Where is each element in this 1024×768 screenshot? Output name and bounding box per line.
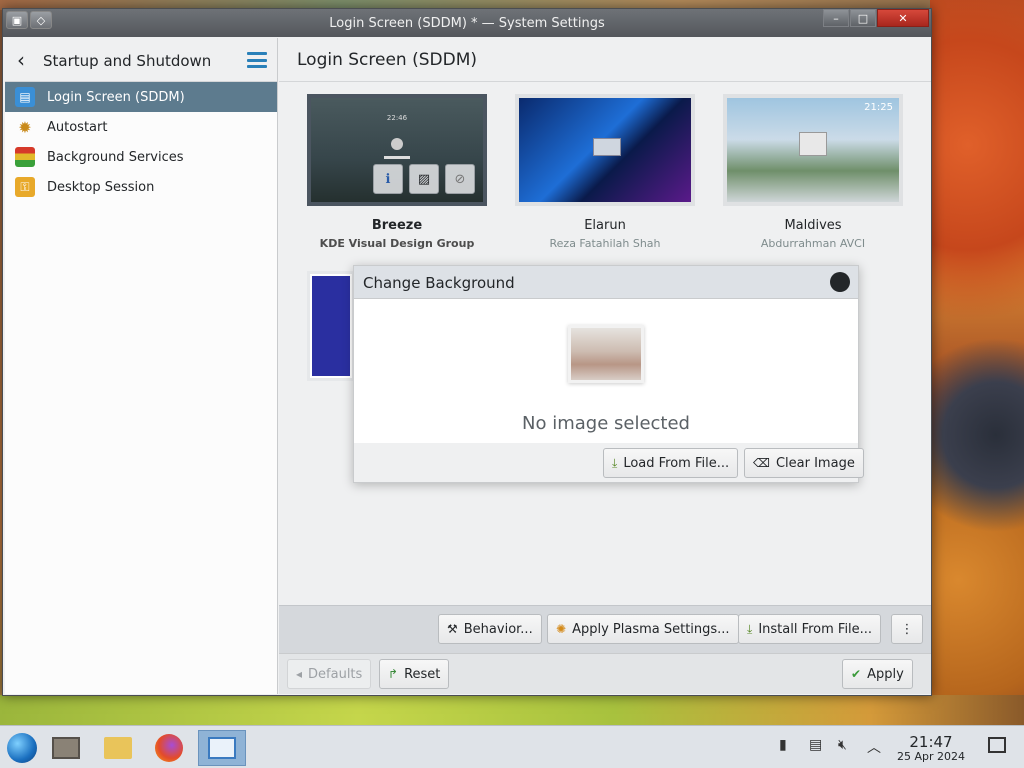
sidebar-item-background-services[interactable]: Background Services xyxy=(5,142,277,172)
sidebar-item-desktop-session[interactable]: ⚿ Desktop Session xyxy=(5,172,277,202)
info-icon[interactable]: ℹ xyxy=(373,164,403,194)
theme-name: Breeze xyxy=(371,218,423,233)
chevron-up-icon[interactable]: ︿ xyxy=(867,737,881,757)
load-from-file-button[interactable]: ⤓ Load From File... xyxy=(603,448,739,478)
install-from-file-button[interactable]: ⤓ Install From File... xyxy=(738,614,882,644)
notes-icon[interactable]: ▤ xyxy=(809,737,822,753)
password-field-preview xyxy=(384,156,410,159)
close-button[interactable]: ✕ xyxy=(877,9,929,27)
install-label: Install From File... xyxy=(758,621,873,637)
theme-thumbnail[interactable]: 21:25 xyxy=(723,94,903,206)
login-screen-icon: ▤ xyxy=(15,87,35,107)
hamburger-menu-icon[interactable] xyxy=(247,52,267,68)
dialog-footer: ⤓ Load From File... ⌫ Clear Image xyxy=(354,443,864,482)
login-box-preview xyxy=(799,132,827,156)
avatar xyxy=(391,138,403,150)
theme-card-maldives[interactable]: 21:25 Maldives Abdurrahman AVCI xyxy=(722,94,904,250)
folder-icon[interactable] xyxy=(100,730,136,766)
window-titlebar[interactable]: ▣ ◇ Login Screen (SDDM) * — System Setti… xyxy=(3,9,931,37)
sidebar-item-label: Background Services xyxy=(47,149,184,165)
back-icon[interactable]: ‹ xyxy=(17,50,25,70)
autostart-icon: ✹ xyxy=(18,117,32,137)
tools-icon: ⚒ xyxy=(447,622,458,636)
defaults-label: Defaults xyxy=(308,666,363,682)
clipboard-icon[interactable]: ▮ xyxy=(779,737,787,753)
install-icon: ⤓ xyxy=(747,621,753,636)
reset-label: Reset xyxy=(404,666,441,682)
system-settings-task-icon[interactable] xyxy=(198,730,246,766)
volume-muted-icon[interactable]: 🔇︎ xyxy=(838,737,847,753)
clock-date[interactable]: 25 Apr 2024 xyxy=(888,750,974,763)
theme-author: KDE Visual Design Group xyxy=(319,237,475,250)
dialog-title: Change Background xyxy=(363,274,515,292)
checkmark-icon: ✔ xyxy=(851,667,862,681)
clear-image-label: Clear Image xyxy=(775,455,855,471)
defaults-button[interactable]: ◂ Defaults xyxy=(287,659,372,689)
theme-author: Abdurrahman AVCI xyxy=(760,237,866,250)
change-background-icon[interactable]: ▨ xyxy=(409,164,439,194)
more-options-button[interactable]: ⋮ xyxy=(891,614,923,644)
theme-author: Reza Fatahilah Shah xyxy=(549,237,661,250)
reset-icon: ↱ xyxy=(388,667,399,681)
sidebar-item-label: Autostart xyxy=(47,119,108,135)
login-box-preview xyxy=(593,138,621,156)
theme-card-partial[interactable] xyxy=(307,271,355,381)
sidebar-item-autostart[interactable]: ✹ Autostart xyxy=(5,112,277,142)
defaults-icon: ◂ xyxy=(296,667,303,681)
sidebar: ‹ Startup and Shutdown ▤ Login Screen (S… xyxy=(5,38,278,694)
thumbnail-clock: 21:25 xyxy=(864,102,893,113)
start-menu-icon[interactable] xyxy=(4,730,40,766)
actions-bar: ⚒ Behavior... ✺ Apply Plasma Settings...… xyxy=(279,605,931,653)
apply-label: Apply xyxy=(867,666,904,682)
desktop-wallpaper-right xyxy=(930,0,1024,725)
desktop-session-icon: ⚿ xyxy=(15,177,35,197)
dialog-close-icon[interactable] xyxy=(830,272,850,292)
change-background-dialog: Change Background No image selected ⤓ Lo… xyxy=(353,265,864,483)
apply-button[interactable]: ✔ Apply xyxy=(842,659,913,689)
desktop-wallpaper-bottom xyxy=(0,695,1024,725)
sidebar-header: ‹ Startup and Shutdown xyxy=(5,38,277,82)
sidebar-title: Startup and Shutdown xyxy=(43,52,212,70)
taskbar: ▮ ▤ 🔇︎ ︿ 21:47 25 Apr 2024 xyxy=(0,725,1024,768)
apply-plasma-label: Apply Plasma Settings... xyxy=(572,621,730,637)
theme-thumbnail[interactable]: 22:46 ℹ ▨ ⊘ xyxy=(307,94,487,206)
theme-name: Elarun xyxy=(584,218,626,233)
theme-name: Maldives xyxy=(784,218,842,233)
main-header: Login Screen (SDDM) xyxy=(279,38,931,82)
dialog-body: No image selected xyxy=(354,299,858,443)
system-settings-window: ▣ ◇ Login Screen (SDDM) * — System Setti… xyxy=(2,8,932,696)
behavior-label: Behavior... xyxy=(463,621,533,637)
dialog-header: Change Background xyxy=(354,266,858,299)
empty-image-text: No image selected xyxy=(522,413,690,434)
clock-time[interactable]: 21:47 xyxy=(894,733,968,751)
theme-thumbnail[interactable] xyxy=(515,94,695,206)
clear-image-button[interactable]: ⌫ Clear Image xyxy=(744,448,864,478)
background-services-icon xyxy=(15,147,35,167)
maximize-button[interactable]: □ xyxy=(850,9,876,27)
main-panel: Login Screen (SDDM) 22:46 ℹ ▨ ⊘ Breeze K… xyxy=(279,38,931,694)
theme-card-elarun[interactable]: Elarun Reza Fatahilah Shah xyxy=(514,94,696,250)
remove-icon[interactable]: ⊘ xyxy=(445,164,475,194)
sidebar-item-label: Login Screen (SDDM) xyxy=(47,89,185,105)
firefox-icon[interactable] xyxy=(151,730,187,766)
window-title: Login Screen (SDDM) * — System Settings xyxy=(329,16,605,31)
theme-card-breeze[interactable]: 22:46 ℹ ▨ ⊘ Breeze KDE Visual Design Gro… xyxy=(306,94,488,250)
behavior-button[interactable]: ⚒ Behavior... xyxy=(438,614,542,644)
image-placeholder-icon xyxy=(568,325,644,383)
reset-button[interactable]: ↱ Reset xyxy=(379,659,450,689)
footer-bar: ◂ Defaults ↱ Reset ✔ Apply xyxy=(279,653,931,694)
sidebar-item-label: Desktop Session xyxy=(47,179,155,195)
dolphin-icon[interactable] xyxy=(48,730,84,766)
load-from-file-label: Load From File... xyxy=(623,455,730,471)
clear-icon: ⌫ xyxy=(753,456,770,470)
apply-plasma-settings-button[interactable]: ✺ Apply Plasma Settings... xyxy=(547,614,739,644)
page-title: Login Screen (SDDM) xyxy=(297,50,478,70)
thumbnail-clock: 22:46 xyxy=(386,114,408,122)
more-icon: ⋮ xyxy=(900,621,914,637)
load-file-icon: ⤓ xyxy=(612,455,618,470)
minimize-button[interactable]: – xyxy=(823,9,849,27)
show-desktop-icon[interactable] xyxy=(988,737,1006,753)
sidebar-item-login-screen[interactable]: ▤ Login Screen (SDDM) xyxy=(5,82,277,112)
palette-icon: ✺ xyxy=(556,622,567,636)
